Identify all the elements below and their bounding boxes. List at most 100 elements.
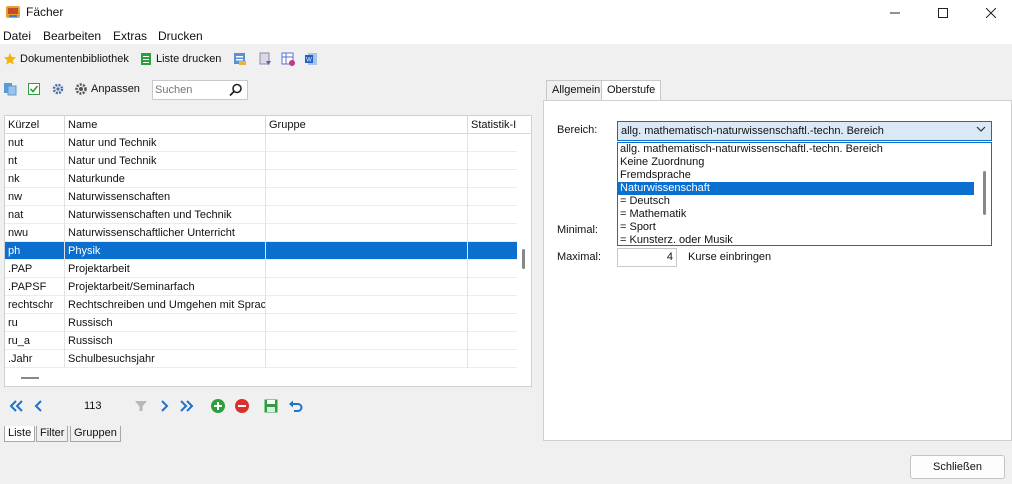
record-navigation: 113 — [4, 395, 314, 419]
column-header-name[interactable]: Name — [65, 116, 266, 134]
dropdown-option[interactable]: Fremdsprache — [618, 169, 974, 182]
double-chevron-left-icon — [9, 400, 23, 412]
tab-gruppen[interactable]: Gruppen — [70, 426, 121, 442]
maximize-button[interactable] — [920, 0, 966, 26]
report-icon — [234, 53, 246, 65]
dropdown-option[interactable]: = Mathematik — [618, 208, 974, 221]
add-record-button[interactable] — [209, 395, 227, 417]
close-button[interactable]: Schließen — [910, 455, 1005, 479]
table-row[interactable]: .Jahr Schulbesuchsjahr — [5, 350, 517, 368]
dropdown-option[interactable]: Keine Zuordnung — [618, 156, 974, 169]
dropdown-option[interactable]: Naturwissenschaft — [618, 182, 974, 195]
last-record-button[interactable] — [178, 395, 196, 417]
export-button[interactable] — [258, 52, 272, 66]
filter-icon — [135, 401, 147, 411]
table-row[interactable]: ph Physik — [5, 242, 517, 260]
table-row[interactable]: nwu Naturwissenschaftlicher Unterricht — [5, 224, 517, 242]
table-row[interactable]: ru Russisch — [5, 314, 517, 332]
menu-datei[interactable]: Datei — [3, 29, 31, 43]
word-icon: W — [305, 53, 317, 65]
next-record-button[interactable] — [156, 395, 174, 417]
report-button[interactable] — [233, 52, 247, 66]
library-button[interactable]: Dokumentenbibliothek — [3, 52, 129, 66]
dropdown-option[interactable]: = Kunsterz. oder Musik — [618, 234, 974, 245]
dropdown-option[interactable]: = Sport — [618, 221, 974, 234]
table-cell — [468, 224, 517, 242]
bereich-label: Bereich: — [557, 124, 598, 136]
save-button[interactable] — [262, 395, 280, 417]
chevron-left-icon — [34, 400, 42, 412]
table-row[interactable]: nat Naturwissenschaften und Technik — [5, 206, 517, 224]
dropdown-scrollbar-thumb[interactable] — [983, 171, 986, 215]
minimize-icon — [890, 12, 900, 14]
menu-drucken[interactable]: Drucken — [158, 29, 203, 43]
print-list-button[interactable]: Liste drucken — [139, 52, 221, 66]
tab-filter[interactable]: Filter — [36, 426, 69, 442]
double-chevron-right-icon — [180, 400, 194, 412]
horizontal-scrollbar-thumb[interactable] — [21, 377, 39, 379]
table-cell: nt — [5, 152, 65, 170]
dropdown-option[interactable]: allg. mathematisch-naturwissenschaftl.-t… — [618, 143, 974, 156]
record-count: 113 — [84, 400, 102, 412]
settings-button[interactable] — [51, 82, 65, 96]
table-cell: rechtschr — [5, 296, 65, 314]
kurse-label: Kurse einbringen — [688, 251, 772, 263]
cog-icon — [52, 83, 64, 95]
maximal-input[interactable]: 4 — [617, 248, 677, 267]
check-button[interactable] — [27, 82, 41, 96]
table-row[interactable]: rechtschr Rechtschreiben und Umgehen mit … — [5, 296, 517, 314]
copy-button[interactable] — [3, 82, 17, 96]
menu-extras[interactable]: Extras — [113, 29, 147, 43]
first-record-button[interactable] — [7, 395, 25, 417]
bereich-selected-value: allg. mathematisch-naturwissenschaftl.-t… — [621, 125, 884, 137]
undo-button[interactable] — [287, 395, 305, 417]
close-window-button[interactable] — [968, 0, 1012, 26]
table-cell — [266, 242, 468, 260]
table-cell — [266, 278, 468, 296]
search-icon[interactable] — [229, 83, 243, 97]
search-input[interactable] — [153, 81, 225, 99]
table-cell — [266, 206, 468, 224]
table-row[interactable]: .PAPSF Projektarbeit/Seminarfach — [5, 278, 517, 296]
table-cell: nwu — [5, 224, 65, 242]
table-cell — [468, 242, 517, 260]
remove-icon — [235, 399, 249, 413]
table-cell — [266, 152, 468, 170]
table-row[interactable]: nw Naturwissenschaften — [5, 188, 517, 206]
vertical-scrollbar-thumb[interactable] — [522, 249, 525, 269]
dropdown-option[interactable]: = Deutsch — [618, 195, 974, 208]
menu-bearbeiten[interactable]: Bearbeiten — [43, 29, 101, 43]
export-icon — [259, 52, 271, 65]
chevron-down-icon — [976, 123, 986, 141]
column-header-kuerzel[interactable]: Kürzel — [5, 116, 65, 134]
table-row[interactable]: nt Natur und Technik — [5, 152, 517, 170]
main-toolbar: Dokumentenbibliothek Liste drucken W — [0, 44, 1012, 76]
tab-oberstufe[interactable]: Oberstufe — [601, 80, 662, 101]
previous-record-button[interactable] — [29, 395, 47, 417]
table-cell: nw — [5, 188, 65, 206]
table-cell: Projektarbeit — [65, 260, 266, 278]
subjects-table: Kürzel Name Gruppe Statistik-I nut Natur … — [4, 115, 532, 387]
minimize-button[interactable] — [872, 0, 918, 26]
table-row[interactable]: .PAP Projektarbeit — [5, 260, 517, 278]
customize-button[interactable]: Anpassen — [74, 82, 140, 96]
table-cell: Naturwissenschaften — [65, 188, 266, 206]
word-export-button[interactable]: W — [304, 52, 318, 66]
tab-liste[interactable]: Liste — [4, 426, 36, 442]
table-row[interactable]: nk Naturkunde — [5, 170, 517, 188]
table-cell: Rechtschreiben und Umgehen mit Sprache — [65, 296, 266, 314]
column-header-gruppe[interactable]: Gruppe — [266, 116, 468, 134]
search-box — [152, 80, 248, 100]
grid-export-button[interactable] — [281, 52, 295, 66]
table-row[interactable]: nut Natur und Technik — [5, 134, 517, 152]
table-cell: .PAP — [5, 260, 65, 278]
table-cell — [266, 350, 468, 368]
column-header-statistik[interactable]: Statistik-I — [468, 116, 517, 134]
spreadsheet-icon — [141, 53, 151, 65]
bereich-select[interactable]: allg. mathematisch-naturwissenschaftl.-t… — [617, 121, 992, 141]
table-row[interactable]: ru_a Russisch — [5, 332, 517, 350]
tab-allgemein[interactable]: Allgemein — [546, 80, 607, 100]
remove-record-button[interactable] — [233, 395, 251, 417]
table-cell — [468, 314, 517, 332]
filter-button[interactable] — [132, 395, 150, 417]
